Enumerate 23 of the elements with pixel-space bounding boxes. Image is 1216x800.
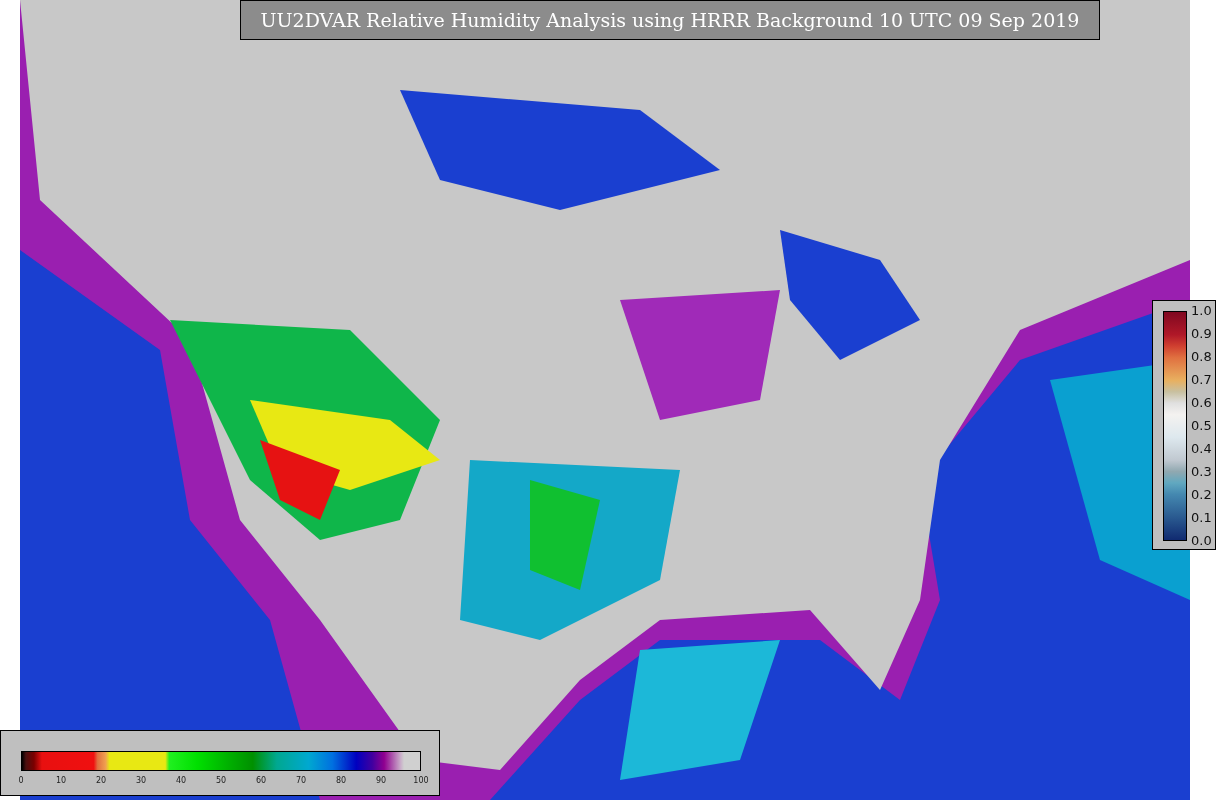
tick-label: 0.0 (1191, 534, 1212, 548)
tick-label: 0 (18, 775, 24, 787)
tick-label: 20 (95, 775, 107, 787)
tick-label: 40 (175, 775, 187, 787)
tick-label: 0.4 (1191, 442, 1212, 456)
tick-label: 10 (55, 775, 67, 787)
tick-label: 0.5 (1191, 419, 1212, 433)
tick-label: 0.7 (1191, 373, 1212, 387)
tick-label: 70 (295, 775, 307, 787)
tick-label: 0.2 (1191, 488, 1212, 502)
tick-label: 100 (413, 775, 429, 787)
tick-label: 0.9 (1191, 327, 1212, 341)
tick-label: 80 (335, 775, 347, 787)
tick-label: 0.3 (1191, 465, 1212, 479)
tick-label: 0.1 (1191, 511, 1212, 525)
tick-label: 0.8 (1191, 350, 1212, 364)
tick-label: 50 (215, 775, 227, 787)
tick-label: 1.0 (1191, 304, 1212, 318)
tick-label: 0.6 (1191, 396, 1212, 410)
map-title: UU2DVAR Relative Humidity Analysis using HRRR Background 10 UTC 09 Sep 2019 (240, 0, 1100, 40)
tick-label: 90 (375, 775, 387, 787)
tick-label: 60 (255, 775, 267, 787)
tick-label: 30 (135, 775, 147, 787)
